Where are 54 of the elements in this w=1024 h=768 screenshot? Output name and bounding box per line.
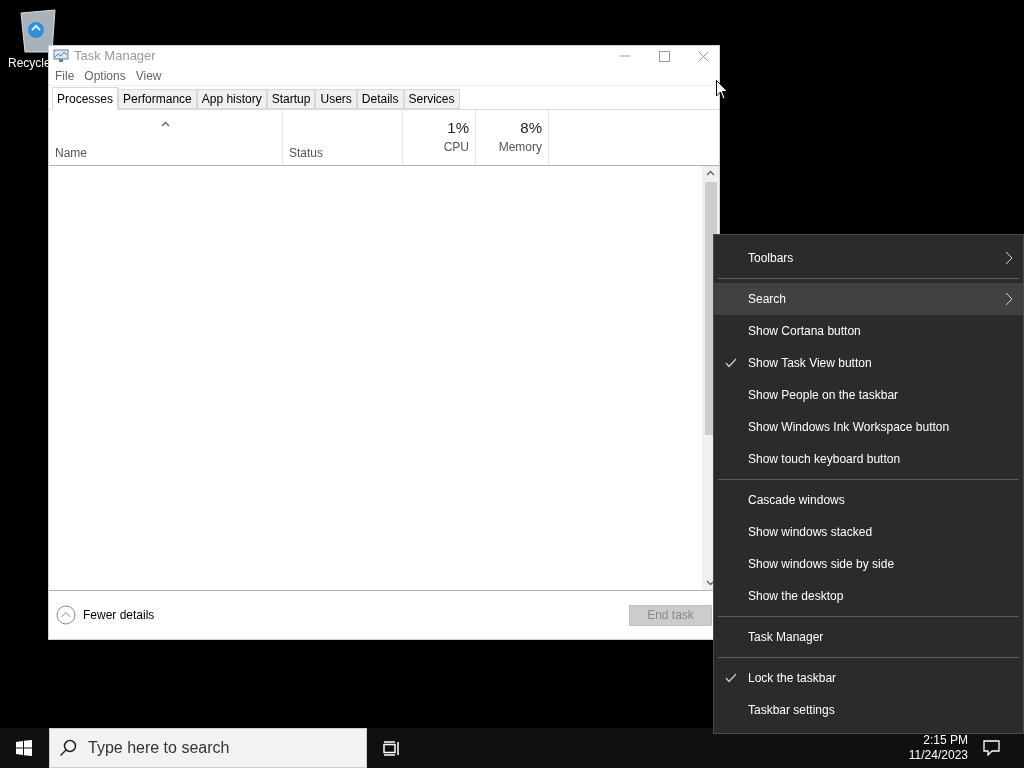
- summary-value: 8%: [520, 118, 542, 138]
- menu-item[interactable]: Show touch keyboard button: [714, 443, 1023, 475]
- summary-value: 1%: [447, 118, 469, 138]
- menu-item[interactable]: Search: [714, 283, 1023, 315]
- menu-item[interactable]: Taskbar settings: [714, 694, 1023, 726]
- maximize-icon[interactable]: [659, 50, 670, 62]
- column-label: CPU: [443, 139, 469, 156]
- column-header[interactable]: Name: [49, 110, 283, 165]
- search-icon: [59, 739, 77, 757]
- menu-item[interactable]: Show Windows Ink Workspace button: [714, 411, 1023, 443]
- column-label: Name: [55, 145, 87, 162]
- tab[interactable]: Processes: [52, 87, 119, 110]
- checkmark-icon: [725, 358, 737, 368]
- menu-item[interactable]: Show People on the taskbar: [714, 379, 1023, 411]
- menu-item[interactable]: Lock the taskbar: [714, 662, 1023, 694]
- column-label: Status: [289, 145, 324, 162]
- tab[interactable]: Services: [403, 89, 460, 109]
- menu-item[interactable]: Options: [81, 66, 129, 85]
- menu-item[interactable]: Show windows side by side: [714, 548, 1023, 580]
- menu-item[interactable]: Show the desktop: [714, 580, 1023, 612]
- menu-item[interactable]: Toolbars: [714, 242, 1023, 274]
- clock-time[interactable]: 2:15 PM: [923, 733, 968, 748]
- tab[interactable]: Performance: [118, 89, 197, 109]
- clock-date[interactable]: 11/24/2023: [908, 748, 968, 763]
- menu-item[interactable]: File: [52, 66, 78, 85]
- task-view-icon[interactable]: [383, 740, 400, 756]
- menu-item[interactable]: Show Cortana button: [714, 315, 1023, 347]
- menu-item[interactable]: View: [132, 66, 165, 85]
- column-header[interactable]: 8% Memory: [476, 110, 549, 165]
- column-header[interactable]: Status: [283, 110, 403, 165]
- column-label: Memory: [498, 139, 542, 156]
- tab[interactable]: Users: [315, 89, 357, 109]
- checkmark-icon: [725, 673, 737, 683]
- collapse-icon[interactable]: [56, 605, 76, 625]
- recycle-bin-icon[interactable]: [18, 8, 58, 54]
- chevron-right-icon: [1005, 292, 1013, 306]
- caret-up-icon[interactable]: [706, 170, 715, 176]
- menu-item[interactable]: Show windows stacked: [714, 516, 1023, 548]
- close-icon[interactable]: [698, 50, 709, 62]
- menu-item[interactable]: Show Task View button: [714, 347, 1023, 379]
- monitor-chart-icon: [53, 49, 69, 63]
- caret-up-icon[interactable]: [161, 121, 170, 127]
- menu-item[interactable]: Task Manager: [714, 621, 1023, 653]
- tab[interactable]: App history: [196, 89, 267, 109]
- window-title: Task Manager: [74, 47, 156, 66]
- tab[interactable]: Startup: [266, 89, 316, 109]
- menu-item[interactable]: Cascade windows: [714, 484, 1023, 516]
- notification-icon[interactable]: [983, 740, 1000, 756]
- chevron-right-icon: [1005, 251, 1013, 265]
- column-header[interactable]: 1% CPU: [403, 110, 476, 165]
- fewer-details-link[interactable]: Fewer details: [83, 606, 155, 624]
- tab[interactable]: Details: [356, 89, 404, 109]
- search-field[interactable]: Type here to search: [49, 728, 367, 768]
- windows-logo-icon[interactable]: [16, 740, 32, 756]
